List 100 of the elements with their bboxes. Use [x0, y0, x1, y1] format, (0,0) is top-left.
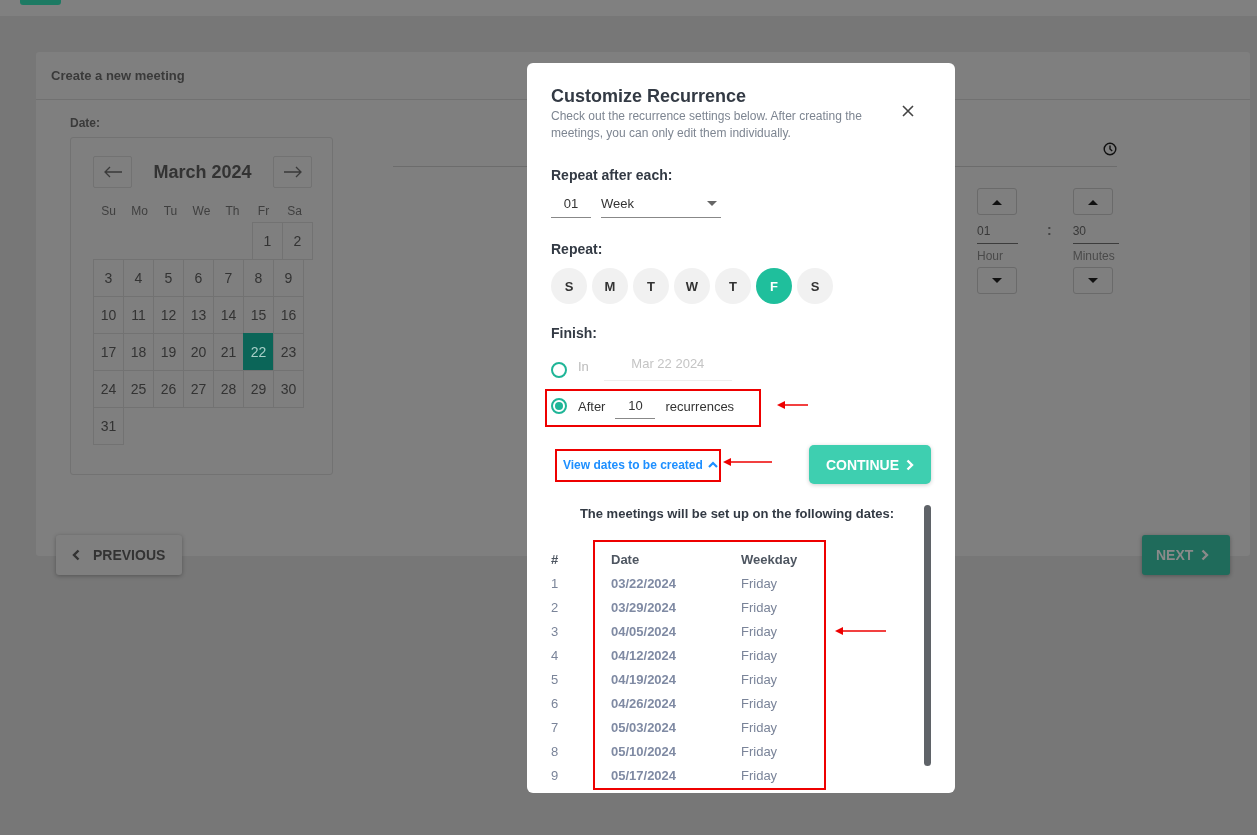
count-field[interactable]: 10 [615, 393, 656, 419]
table-cell-text: 05/10/2024 [611, 743, 678, 759]
unit-dropdown[interactable]: Week [601, 190, 721, 218]
table-cell-text: 4 [551, 647, 560, 663]
table-cell: Friday [741, 719, 778, 735]
table-cell-text: 6 [551, 695, 560, 711]
calendar-day[interactable]: 30 [273, 370, 304, 408]
table-cell-text: 8 [551, 743, 560, 759]
increment-button[interactable] [977, 188, 1017, 215]
table-cell-text: 7 [551, 719, 560, 735]
table-cell: Friday [741, 743, 778, 759]
previous-button[interactable]: PREVIOUS [56, 535, 182, 575]
decrement-button[interactable] [977, 267, 1017, 294]
close-icon [902, 105, 914, 117]
annotation-arrow [723, 457, 773, 467]
chevron-right-icon [906, 458, 915, 471]
table-cell-text: 03/22/2024 [611, 575, 678, 591]
weekday-label: Th [224, 204, 241, 218]
weekday-toggle[interactable]: W [674, 268, 710, 304]
option-label: After [578, 398, 606, 414]
next-button[interactable]: NEXT [1142, 535, 1230, 575]
table-cell-text: 9 [551, 767, 560, 783]
table-cell: Friday [741, 767, 778, 783]
weekday-label: Fr [256, 204, 271, 218]
weekday-toggle[interactable]: F [756, 268, 792, 304]
radio-button[interactable] [551, 362, 567, 378]
table-cell-text: 04/26/2024 [611, 695, 678, 711]
calendar-day[interactable]: 23 [273, 333, 304, 371]
calendar-day[interactable]: 22 [243, 333, 274, 371]
dialog-description: Check out the recurrence settings below. After creating the meetings, you can only edit them individually. [551, 108, 863, 142]
weekday-label: Tu [162, 204, 179, 218]
caret-up-icon [1087, 198, 1098, 205]
caret-up-icon [992, 198, 1002, 205]
weekday-toggle[interactable]: M [592, 268, 628, 304]
weekday-label: Mo [130, 204, 149, 218]
month-title: March 2024 [153, 161, 252, 183]
dialog-title: Customize Recurrence [551, 85, 748, 107]
table-cell: Friday [741, 647, 778, 663]
column-header: # [551, 551, 560, 567]
calendar-day[interactable]: 3 [93, 259, 124, 297]
table-cell-text: 3 [551, 623, 560, 639]
table-cell-text: 05/17/2024 [611, 767, 678, 783]
dates-intro: The meetings will be set up on the following dates: [578, 506, 896, 522]
table-cell: Friday [741, 695, 778, 711]
table-cell-text: 04/05/2024 [611, 623, 678, 639]
section-label: Finish: [551, 324, 598, 342]
annotation-arrow [777, 400, 809, 410]
calendar-day[interactable]: 1 [252, 222, 283, 260]
table-cell: Friday [741, 599, 778, 615]
interval-field[interactable]: 01 [551, 190, 591, 218]
caret-down-icon [707, 201, 717, 206]
caret-down-icon [1087, 277, 1098, 284]
clock-icon [1103, 142, 1117, 156]
previous-month-button[interactable] [93, 156, 132, 188]
left-arrow-icon [102, 166, 123, 178]
card-title: Create a new meeting [51, 68, 185, 83]
table-cell-text: 5 [551, 671, 560, 687]
weekday-toggle[interactable]: S [551, 268, 587, 304]
calendar-day[interactable]: 29 [243, 370, 274, 408]
table-cell-text: 04/19/2024 [611, 671, 678, 687]
minutes-field[interactable]: 30 [1072, 223, 1119, 244]
caret-down-icon [992, 277, 1002, 284]
table-cell-text: 05/03/2024 [611, 719, 678, 735]
continue-button[interactable]: CONTINUE [809, 445, 931, 484]
table-cell-text: 04/12/2024 [611, 647, 678, 663]
next-month-button[interactable] [273, 156, 312, 188]
table-cell: Friday [741, 575, 778, 591]
section-label: Repeat: [551, 240, 604, 258]
scrollbar[interactable] [924, 505, 931, 766]
annotation-arrow [835, 626, 887, 636]
radio-button[interactable] [551, 398, 567, 414]
option-label: In [578, 358, 589, 374]
weekday-toggle[interactable]: S [797, 268, 833, 304]
column-header: Weekday [741, 551, 798, 567]
table-cell: Friday [741, 623, 778, 639]
column-header: Date [611, 551, 641, 567]
weekday-label: Sa [286, 204, 303, 218]
calendar-day[interactable]: 31 [93, 407, 124, 445]
table-cell: Friday [741, 671, 778, 687]
increment-button[interactable] [1072, 188, 1113, 215]
section-label: Repeat after each: [551, 166, 674, 184]
date-label: Date: [70, 116, 101, 130]
chevron-right-icon [1201, 549, 1210, 561]
right-arrow-icon [282, 166, 303, 178]
decrement-button[interactable] [1072, 267, 1113, 294]
time-separator: : [1047, 222, 1052, 240]
view-dates-link[interactable]: View dates to be created [563, 457, 718, 472]
date-field[interactable]: Mar 22 2024 [603, 351, 732, 381]
weekday-label: We [191, 204, 212, 218]
calendar-day[interactable]: 2 [282, 222, 313, 260]
weekday-toggle[interactable]: T [633, 268, 669, 304]
option-suffix: recurrences [665, 398, 735, 414]
table-cell-text: 03/29/2024 [611, 599, 678, 615]
table-cell-text: 1 [551, 575, 560, 591]
weekday-toggle[interactable]: T [715, 268, 751, 304]
chevron-left-icon [72, 549, 80, 561]
hour-field[interactable]: 01 [977, 223, 1018, 244]
close-button[interactable] [902, 105, 914, 117]
table-cell-text: 2 [551, 599, 560, 615]
weekday-label: Su [100, 204, 117, 218]
